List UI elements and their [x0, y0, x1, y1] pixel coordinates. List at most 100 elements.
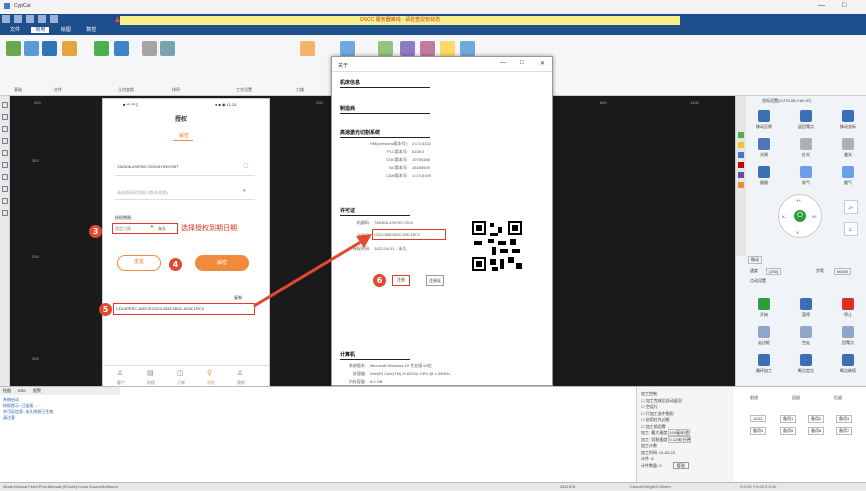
- move-to-origin-button[interactable]: 移动至原: [750, 108, 778, 134]
- open-icon[interactable]: [14, 15, 22, 23]
- stop-button[interactable]: 停止: [834, 296, 862, 322]
- redo-icon[interactable]: [50, 15, 58, 23]
- measure-tool-icon[interactable]: [2, 210, 8, 216]
- jog-x-minus[interactable]: X-: [782, 214, 786, 219]
- red-light-button[interactable]: 红光: [792, 136, 820, 162]
- point-tool-icon[interactable]: [2, 198, 8, 204]
- select-tool-icon[interactable]: [2, 102, 8, 108]
- breakpoint-locate-button[interactable]: 断点定位: [792, 352, 820, 378]
- pointer-icon[interactable]: [6, 41, 21, 56]
- move-coord-button[interactable]: 移动坐标: [834, 108, 862, 134]
- menu-cnc[interactable]: 数控: [82, 27, 100, 33]
- speed-select[interactable]: (200): [766, 268, 782, 275]
- profile-icon[interactable]: ♙: [237, 369, 243, 377]
- sort-icon[interactable]: [142, 41, 157, 56]
- spare-button[interactable]: 备用7: [836, 427, 853, 435]
- jog-x-plus[interactable]: X+: [812, 214, 817, 219]
- menu-draw[interactable]: 绘图: [57, 27, 75, 33]
- gas-button[interactable]: 跟气: [834, 164, 862, 190]
- text-tool-icon[interactable]: [2, 186, 8, 192]
- menu-file[interactable]: 文件: [6, 27, 24, 33]
- spare-button[interactable]: 备用1: [780, 415, 797, 423]
- new-icon[interactable]: [2, 15, 10, 23]
- menu-home[interactable]: 常用: [31, 27, 50, 33]
- line-tool-icon[interactable]: [2, 114, 8, 120]
- inch-toggle[interactable]: 微动: [748, 256, 762, 264]
- radio-selected-icon[interactable]: ●: [150, 224, 154, 230]
- process-icon[interactable]: [300, 41, 315, 56]
- z-up-button[interactable]: Z+: [844, 200, 858, 214]
- bridge-icon[interactable]: [420, 41, 435, 56]
- save-icon[interactable]: [26, 15, 34, 23]
- layer-color-icon[interactable]: [738, 152, 744, 158]
- copy-link[interactable]: 复制: [234, 295, 242, 301]
- pause-button[interactable]: 暂停: [792, 296, 820, 322]
- layer-color-icon[interactable]: [738, 182, 744, 188]
- option-fixed-date[interactable]: 固定日期: [115, 226, 131, 232]
- arc-tool-icon[interactable]: [2, 126, 8, 132]
- layer-color-icon[interactable]: [738, 172, 744, 178]
- blow-button[interactable]: 吹气: [792, 164, 820, 190]
- manage-button[interactable]: 管理: [672, 461, 689, 469]
- decrypt-button[interactable]: 解密: [195, 255, 249, 271]
- rect-tool-icon[interactable]: [2, 150, 8, 156]
- expiry-dropdown[interactable]: 请选择授权到期日期(有效期): [117, 190, 168, 196]
- frame-button[interactable]: 走边框: [750, 324, 778, 350]
- layer-color-icon[interactable]: [738, 162, 744, 168]
- tab-alarm[interactable]: 报警: [33, 388, 41, 394]
- laser-button[interactable]: 激光: [834, 136, 862, 162]
- z-down-button[interactable]: Z-: [844, 222, 858, 236]
- star-tool-icon[interactable]: [2, 174, 8, 180]
- circle-tool-icon[interactable]: [2, 138, 8, 144]
- auth-icon[interactable]: ▤: [147, 369, 154, 377]
- copy-icon[interactable]: ▢: [243, 162, 249, 169]
- return-zero-button[interactable]: 返回零点: [792, 108, 820, 134]
- array-icon[interactable]: [400, 41, 415, 56]
- minimize-button[interactable]: —: [818, 2, 825, 9]
- layer-color-icon[interactable]: [738, 142, 744, 148]
- maximize-button[interactable]: □: [842, 2, 846, 9]
- shutter-button[interactable]: 光闸: [750, 136, 778, 162]
- follow-button[interactable]: 跟随: [750, 164, 778, 190]
- license-button[interactable]: 注册证: [426, 275, 444, 286]
- transform-icon[interactable]: [94, 41, 109, 56]
- undo-icon[interactable]: [38, 15, 46, 23]
- tab-bsk[interactable]: BSK: [18, 388, 26, 393]
- spare-button[interactable]: 备用4: [750, 427, 767, 435]
- dry-run-button[interactable]: 空走: [792, 324, 820, 350]
- document-icon[interactable]: [42, 41, 57, 56]
- chevron-down-icon[interactable]: ▾: [243, 188, 246, 194]
- order-icon[interactable]: ◫: [177, 369, 184, 377]
- path-icon[interactable]: [340, 41, 355, 56]
- scale-icon[interactable]: [114, 41, 129, 56]
- jog-settings-checkbox[interactable]: 点动设置: [750, 278, 766, 284]
- spare-button[interactable]: 备用5: [780, 427, 797, 435]
- import-icon[interactable]: [62, 41, 77, 56]
- power-icon[interactable]: ⏻: [794, 210, 806, 222]
- spare-button[interactable]: 11111: [750, 415, 766, 422]
- go-zero-button[interactable]: 回零点: [834, 324, 862, 350]
- start-button[interactable]: 开始: [750, 296, 778, 322]
- reset-button[interactable]: 重置: [117, 255, 161, 271]
- polygon-tool-icon[interactable]: [2, 162, 8, 168]
- cycle-button[interactable]: 循环加工: [750, 352, 778, 378]
- dialog-close-button[interactable]: ✕: [540, 60, 545, 67]
- max-speed-select[interactable]: 100毫米/秒: [668, 429, 691, 436]
- register-button[interactable]: 注册: [392, 275, 410, 286]
- phone-tab-decrypt[interactable]: 解密: [179, 132, 189, 139]
- dialog-minimize-button[interactable]: —: [500, 60, 506, 66]
- message-icon[interactable]: ⚲: [207, 369, 212, 377]
- jog-y-plus[interactable]: Y+: [796, 198, 801, 203]
- step-input[interactable]: 60000: [834, 268, 852, 275]
- option-permanent[interactable]: 永久: [158, 226, 166, 232]
- grid-icon[interactable]: [24, 41, 39, 56]
- cut-speed-select[interactable]: 0.12米/分钟: [668, 435, 692, 443]
- tab-draw[interactable]: 绘图: [3, 388, 11, 394]
- jog-y-minus[interactable]: Y-: [796, 230, 800, 235]
- layer-color-icon[interactable]: [738, 132, 744, 138]
- micro-joint-icon[interactable]: [440, 41, 455, 56]
- lead-icon[interactable]: [160, 41, 175, 56]
- spare-button[interactable]: 备用3: [836, 415, 853, 423]
- customer-icon[interactable]: ♙: [117, 369, 123, 377]
- spare-button[interactable]: 备用2: [808, 415, 825, 423]
